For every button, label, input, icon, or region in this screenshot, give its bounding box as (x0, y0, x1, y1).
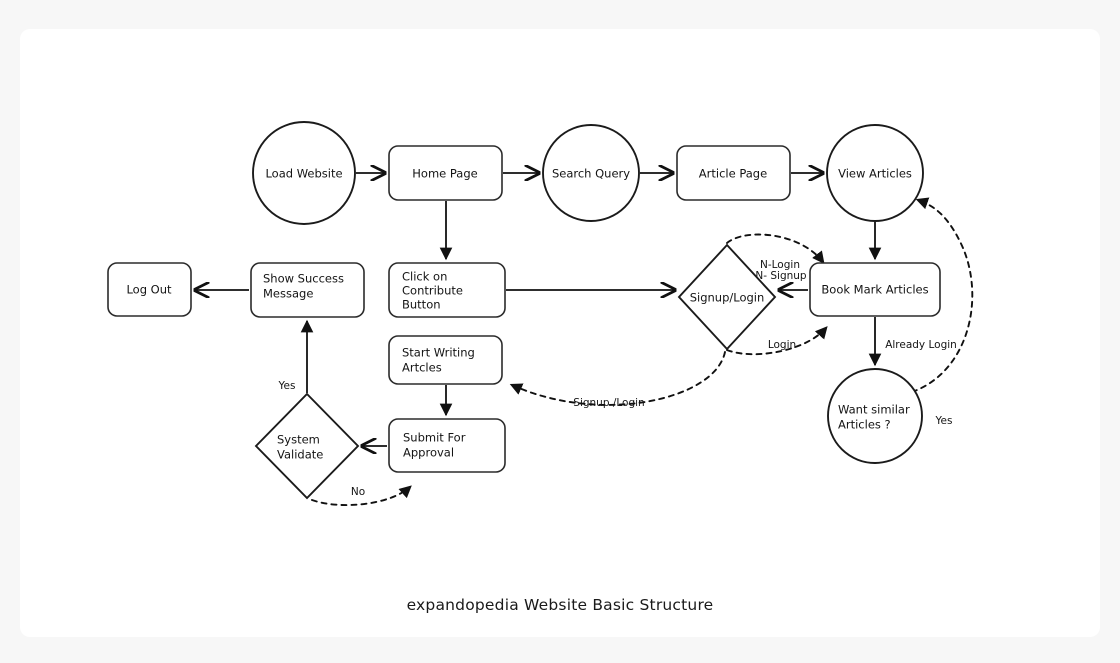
edge-validate-to-success-yes: Yes (278, 319, 314, 393)
edge-label-yes-right: Yes (935, 415, 953, 427)
edge-label-login: Login (768, 339, 796, 351)
node-want-similar-articles[interactable]: Want similar Articles ? (827, 368, 923, 464)
node-article-page[interactable]: Article Page (676, 145, 791, 201)
node-load-website-label: Load Website (265, 167, 342, 181)
node-submit-for-approval[interactable]: Submit For Approval (388, 418, 506, 473)
node-home-page[interactable]: Home Page (388, 145, 503, 201)
node-start-writing-label-line2: Artcles (402, 361, 442, 375)
node-click-contribute-button[interactable]: Click on Contribute Button (388, 262, 506, 318)
node-load-website[interactable]: Load Website (252, 121, 356, 225)
edge-label-no: No (351, 486, 365, 498)
node-start-writing-label-line1: Start Writing (402, 346, 475, 360)
node-search-query[interactable]: Search Query (542, 124, 640, 222)
node-signup-login-label: Signup/Login (690, 291, 765, 305)
node-start-writing-articles[interactable]: Start Writing Artcles (388, 335, 503, 385)
node-view-articles-label: View Articles (838, 167, 912, 181)
node-log-out[interactable]: Log Out (107, 262, 192, 317)
node-book-mark-articles-label: Book Mark Articles (821, 283, 928, 297)
node-article-page-label: Article Page (699, 167, 767, 181)
node-log-out-label: Log Out (126, 283, 172, 297)
edge-bookmark-to-want: Already Login (868, 317, 957, 367)
diagram-root: N-Login N- Signup Login Already Login Ye… (0, 0, 1120, 663)
node-home-page-label: Home Page (412, 167, 477, 181)
flowchart-svg: N-Login N- Signup Login Already Login Ye… (107, 121, 974, 507)
node-show-success-label-line2: Message (263, 287, 313, 301)
diagram-caption: expandopedia Website Basic Structure (406, 596, 714, 614)
node-book-mark-articles[interactable]: Book Mark Articles (809, 262, 941, 317)
edge-validate-to-submit-no: No (311, 485, 412, 507)
edge-label-n-signup: N- Signup (755, 270, 807, 282)
node-show-success-message[interactable]: Show Success Message (250, 262, 365, 318)
node-want-similar-articles-label-line1: Want similar (838, 403, 910, 417)
node-system-validate-label-line2: Validate (277, 448, 323, 462)
node-submit-approval-label-line2: Approval (403, 446, 454, 460)
node-show-success-label-line1: Show Success (263, 272, 344, 286)
edge-label-yes-left: Yes (278, 380, 296, 392)
node-view-articles[interactable]: View Articles (826, 124, 924, 222)
node-click-contribute-label-line1: Click on (402, 270, 447, 284)
edge-label-signup-login-writing: Signup /Login (573, 397, 644, 409)
node-system-validate-label-line1: System (277, 433, 320, 447)
node-submit-approval-label-line1: Submit For (403, 431, 466, 445)
node-click-contribute-label-line3: Button (402, 298, 441, 312)
edge-label-already-login: Already Login (885, 339, 957, 351)
node-want-similar-articles-label-line2: Articles ? (838, 418, 891, 432)
edge-signup-to-start-writing: Signup /Login (509, 351, 726, 409)
node-click-contribute-label-line2: Contribute (402, 284, 463, 298)
node-search-query-label: Search Query (552, 167, 630, 181)
node-system-validate[interactable]: System Validate (254, 392, 360, 500)
